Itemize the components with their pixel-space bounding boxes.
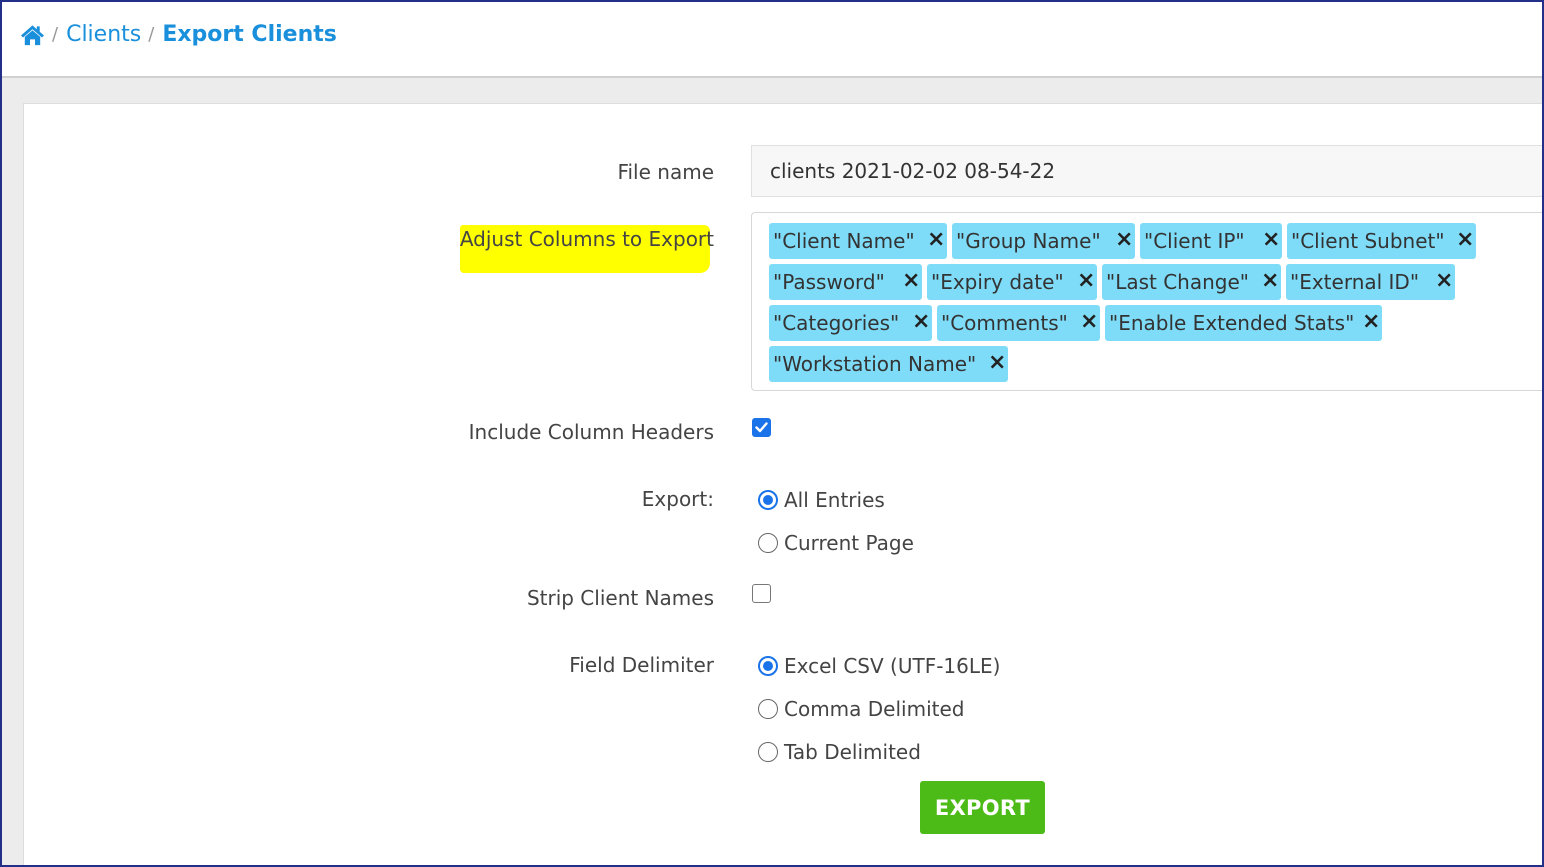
export-option-all-entries[interactable]: All Entries [758, 488, 885, 512]
include-headers-label: Include Column Headers [468, 420, 714, 444]
radio-icon[interactable] [758, 699, 778, 719]
strip-names-label: Strip Client Names [526, 586, 714, 610]
column-tag-label: "Categories" [773, 311, 900, 335]
column-tag-label: "Client Subnet" [1291, 229, 1445, 253]
remove-tag-icon[interactable]: × [1456, 229, 1474, 251]
column-tag: "Client IP" × [1140, 223, 1282, 259]
breadcrumb-separator: / [52, 24, 59, 45]
export-label: Export: [641, 487, 714, 511]
delimiter-option-comma[interactable]: Comma Delimited [758, 697, 964, 721]
remove-tag-icon[interactable]: × [1262, 229, 1280, 251]
remove-tag-icon[interactable]: × [1115, 229, 1133, 251]
remove-tag-icon[interactable]: × [1435, 270, 1453, 292]
column-tag-label: "Comments" [941, 311, 1068, 335]
column-tag-label: "Password" [773, 270, 885, 294]
delimiter-option-label: Tab Delimited [784, 740, 921, 764]
breadcrumb-link-clients[interactable]: Clients [66, 22, 141, 47]
radio-selected-icon[interactable] [758, 490, 778, 510]
breadcrumb-bar: / Clients / Export Clients [2, 2, 1542, 78]
column-tag: "External ID" × [1286, 264, 1455, 300]
column-tag: "Categories" × [769, 305, 932, 341]
breadcrumb-separator: / [148, 24, 155, 45]
column-tag: "Expiry date" × [927, 264, 1097, 300]
column-tag: "Client Name" × [769, 223, 947, 259]
remove-tag-icon[interactable]: × [927, 229, 945, 251]
column-tag-label: "Client IP" [1144, 229, 1245, 253]
columns-tag-input[interactable]: "Client Name" × "Group Name" × "Client I… [751, 212, 1544, 391]
column-tag-label: "Group Name" [956, 229, 1101, 253]
column-tag: "Client Subnet" × [1287, 223, 1476, 259]
column-tag-label: "Expiry date" [931, 270, 1064, 294]
column-tag: "Group Name" × [952, 223, 1135, 259]
radio-icon[interactable] [758, 742, 778, 762]
delimiter-option-excel-csv[interactable]: Excel CSV (UTF-16LE) [758, 654, 1000, 678]
export-option-current-page[interactable]: Current Page [758, 531, 914, 555]
export-option-label: Current Page [784, 531, 914, 555]
column-tag-label: "Enable Extended Stats" [1109, 311, 1355, 335]
delimiter-option-label: Comma Delimited [784, 697, 965, 721]
remove-tag-icon[interactable]: × [902, 270, 920, 292]
delimiter-option-tab[interactable]: Tab Delimited [758, 740, 921, 764]
export-button[interactable]: EXPORT [920, 781, 1045, 834]
include-headers-checkbox[interactable] [752, 418, 771, 437]
column-tag: "Password" × [769, 264, 922, 300]
remove-tag-icon[interactable]: × [1077, 270, 1095, 292]
columns-label: Adjust Columns to Export [459, 227, 714, 251]
file-name-input[interactable] [751, 145, 1544, 197]
home-icon[interactable] [20, 23, 45, 47]
export-option-label: All Entries [784, 488, 885, 512]
column-tag-label: "Workstation Name" [773, 352, 977, 376]
delimiter-label: Field Delimiter [569, 653, 714, 677]
strip-names-checkbox[interactable] [752, 584, 771, 603]
delimiter-option-label: Excel CSV (UTF-16LE) [784, 654, 1001, 678]
column-tag-label: "External ID" [1290, 270, 1420, 294]
column-tag: "Comments" × [937, 305, 1100, 341]
check-icon [755, 422, 768, 433]
column-tag-label: "Client Name" [773, 229, 915, 253]
radio-selected-icon[interactable] [758, 656, 778, 676]
remove-tag-icon[interactable]: × [1362, 311, 1380, 333]
column-tag: "Last Change" × [1102, 264, 1281, 300]
remove-tag-icon[interactable]: × [912, 311, 930, 333]
column-tag: "Workstation Name" × [769, 346, 1008, 382]
remove-tag-icon[interactable]: × [988, 352, 1006, 374]
page-title: Export Clients [162, 22, 337, 47]
column-tag: "Enable Extended Stats" × [1105, 305, 1382, 341]
remove-tag-icon[interactable]: × [1080, 311, 1098, 333]
column-tag-label: "Last Change" [1106, 270, 1249, 294]
breadcrumb: / Clients / Export Clients [20, 22, 337, 47]
remove-tag-icon[interactable]: × [1261, 270, 1279, 292]
radio-icon[interactable] [758, 533, 778, 553]
file-name-label: File name [617, 160, 714, 184]
